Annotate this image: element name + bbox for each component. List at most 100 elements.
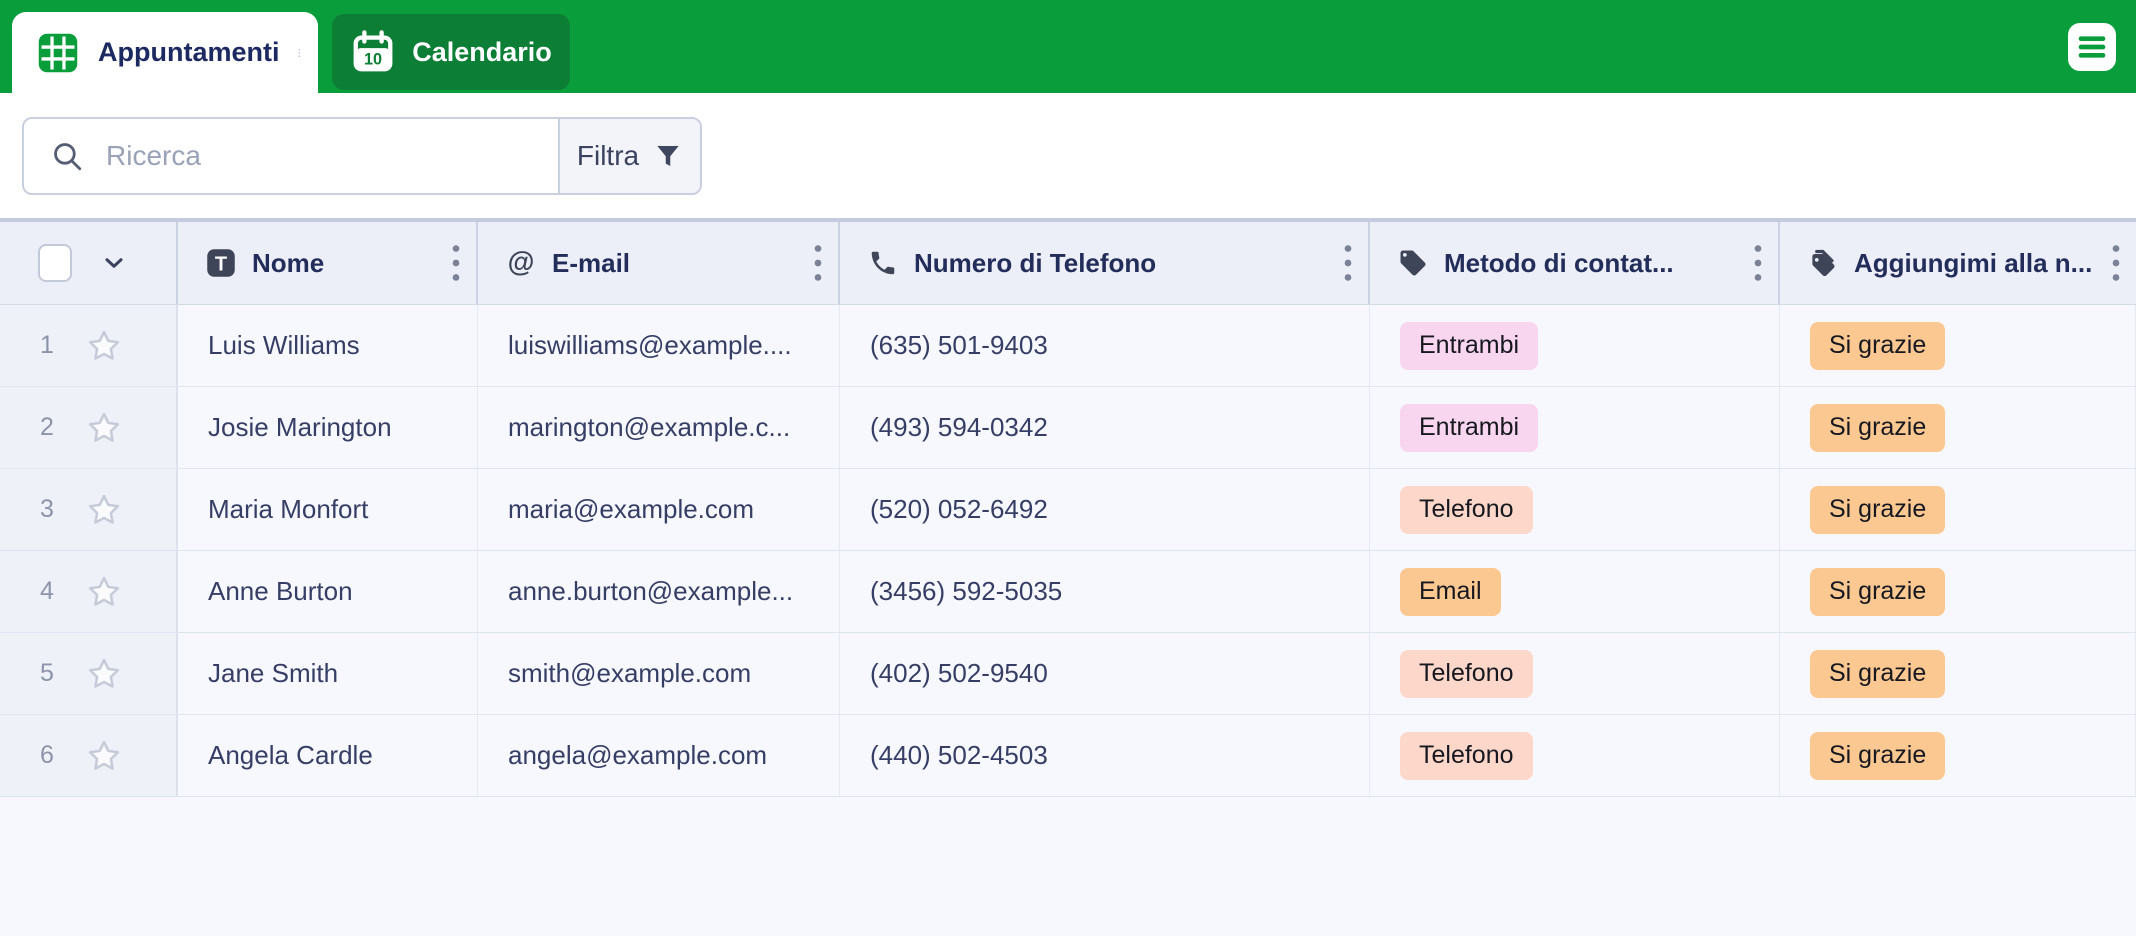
cell-email[interactable]: maria@example.com: [478, 469, 840, 550]
cell-metodo-di-contatto[interactable]: Telefono: [1370, 715, 1780, 796]
cell-metodo-di-contatto[interactable]: Telefono: [1370, 633, 1780, 714]
cell-metodo-di-contatto[interactable]: Entrambi: [1370, 305, 1780, 386]
column-menu-kebab-icon[interactable]: [1342, 243, 1354, 283]
star-icon[interactable]: [86, 738, 122, 774]
cell-email[interactable]: marington@example.c...: [478, 387, 840, 468]
table-row[interactable]: 2 Josie Marington marington@example.c...…: [0, 387, 2136, 469]
phone-icon: [868, 248, 898, 278]
cell-nome[interactable]: Josie Marington: [178, 387, 478, 468]
column-header-label: Numero di Telefono: [914, 247, 1157, 278]
search-input[interactable]: [106, 140, 558, 172]
cell-aggiungimi[interactable]: Si grazie: [1780, 469, 2136, 550]
status-badge[interactable]: Si grazie: [1810, 321, 1946, 370]
column-menu-kebab-icon[interactable]: [1752, 243, 1764, 283]
select-all-checkbox[interactable]: [38, 244, 72, 282]
table-row[interactable]: 6 Angela Cardle angela@example.com (440)…: [0, 715, 2136, 797]
tab-appuntamenti-label: Appuntamenti: [98, 37, 280, 67]
tab-options-kebab-icon[interactable]: [298, 32, 301, 74]
cell-metodo-di-contatto[interactable]: Email: [1370, 551, 1780, 632]
row-number: 3: [40, 495, 54, 523]
app-header-bar: Appuntamenti Calendario: [0, 0, 2136, 93]
column-menu-kebab-icon[interactable]: [2110, 243, 2122, 283]
search-box[interactable]: [24, 119, 558, 193]
cell-email[interactable]: luiswilliams@example....: [478, 305, 840, 386]
table-body: 1 Luis Williams luiswilliams@example....…: [0, 305, 2136, 797]
status-badge[interactable]: Si grazie: [1810, 567, 1946, 616]
row-gutter: 1: [0, 305, 178, 386]
row-number: 2: [40, 413, 54, 441]
cell-aggiungimi[interactable]: Si grazie: [1780, 715, 2136, 796]
cell-telefono[interactable]: (520) 052-6492: [840, 469, 1370, 550]
row-gutter: 5: [0, 633, 178, 714]
table-row[interactable]: 4 Anne Burton anne.burton@example... (34…: [0, 551, 2136, 633]
cell-telefono[interactable]: (3456) 592-5035: [840, 551, 1370, 632]
status-badge[interactable]: Si grazie: [1810, 649, 1946, 698]
chevron-down-icon[interactable]: [100, 249, 128, 277]
cell-email[interactable]: smith@example.com: [478, 633, 840, 714]
data-table: Nome E-mail Numero di Telefono Metodo di…: [0, 218, 2136, 797]
status-badge[interactable]: Telefono: [1400, 485, 1533, 534]
status-badge[interactable]: Si grazie: [1810, 485, 1946, 534]
cell-metodo-di-contatto[interactable]: Telefono: [1370, 469, 1780, 550]
cell-email[interactable]: angela@example.com: [478, 715, 840, 796]
cell-nome[interactable]: Luis Williams: [178, 305, 478, 386]
star-icon[interactable]: [86, 410, 122, 446]
star-icon[interactable]: [86, 574, 122, 610]
column-menu-kebab-icon[interactable]: [450, 243, 462, 283]
status-badge[interactable]: Email: [1400, 567, 1501, 616]
calendar-icon: [350, 29, 396, 75]
star-icon[interactable]: [86, 328, 122, 364]
cell-metodo-di-contatto[interactable]: Entrambi: [1370, 387, 1780, 468]
at-icon: [506, 248, 536, 278]
column-header-label: Metodo di contat...: [1444, 247, 1674, 278]
table-row[interactable]: 1 Luis Williams luiswilliams@example....…: [0, 305, 2136, 387]
hamburger-menu-icon: [2072, 27, 2112, 67]
column-header[interactable]: Numero di Telefono: [840, 222, 1370, 304]
cell-nome[interactable]: Jane Smith: [178, 633, 478, 714]
row-number: 4: [40, 577, 54, 605]
column-header[interactable]: Nome: [178, 222, 478, 304]
cell-telefono[interactable]: (493) 594-0342: [840, 387, 1370, 468]
star-icon[interactable]: [86, 492, 122, 528]
column-menu-kebab-icon[interactable]: [812, 243, 824, 283]
tab-calendario[interactable]: Calendario: [332, 14, 570, 90]
cell-aggiungimi[interactable]: Si grazie: [1780, 387, 2136, 468]
cell-nome[interactable]: Maria Monfort: [178, 469, 478, 550]
status-badge[interactable]: Telefono: [1400, 731, 1533, 780]
table-header-gutter: [0, 222, 178, 304]
cell-telefono[interactable]: (635) 501-9403: [840, 305, 1370, 386]
tab-calendario-label: Calendario: [412, 36, 552, 67]
table-row[interactable]: 3 Maria Monfort maria@example.com (520) …: [0, 469, 2136, 551]
text-icon: [206, 248, 236, 278]
cell-nome[interactable]: Anne Burton: [178, 551, 478, 632]
row-gutter: 6: [0, 715, 178, 796]
status-badge[interactable]: Entrambi: [1400, 403, 1539, 452]
status-badge[interactable]: Telefono: [1400, 649, 1533, 698]
filter-button-label: Filtra: [576, 140, 640, 171]
status-badge[interactable]: Entrambi: [1400, 321, 1539, 370]
cell-aggiungimi[interactable]: Si grazie: [1780, 305, 2136, 386]
status-badge[interactable]: Si grazie: [1810, 403, 1946, 452]
table-header-row: Nome E-mail Numero di Telefono Metodo di…: [0, 218, 2136, 305]
table-row[interactable]: 5 Jane Smith smith@example.com (402) 502…: [0, 633, 2136, 715]
filter-button[interactable]: Filtra: [558, 119, 700, 193]
row-gutter: 2: [0, 387, 178, 468]
row-number: 5: [40, 659, 54, 687]
table-grid-icon: [36, 31, 80, 75]
main-menu-button[interactable]: [2068, 23, 2116, 71]
row-number: 1: [40, 331, 54, 359]
column-header[interactable]: Metodo di contat...: [1370, 222, 1780, 304]
cell-email[interactable]: anne.burton@example...: [478, 551, 840, 632]
column-header[interactable]: E-mail: [478, 222, 840, 304]
cell-aggiungimi[interactable]: Si grazie: [1780, 633, 2136, 714]
status-badge[interactable]: Si grazie: [1810, 731, 1946, 780]
star-icon[interactable]: [86, 656, 122, 692]
cell-aggiungimi[interactable]: Si grazie: [1780, 551, 2136, 632]
cell-nome[interactable]: Angela Cardle: [178, 715, 478, 796]
cell-telefono[interactable]: (402) 502-9540: [840, 633, 1370, 714]
tab-appuntamenti[interactable]: Appuntamenti: [12, 12, 318, 93]
column-header[interactable]: Aggiungimi alla n...: [1780, 222, 2136, 304]
cell-telefono[interactable]: (440) 502-4503: [840, 715, 1370, 796]
filter-funnel-icon: [653, 141, 683, 171]
search-filter-group: Filtra: [22, 117, 702, 195]
